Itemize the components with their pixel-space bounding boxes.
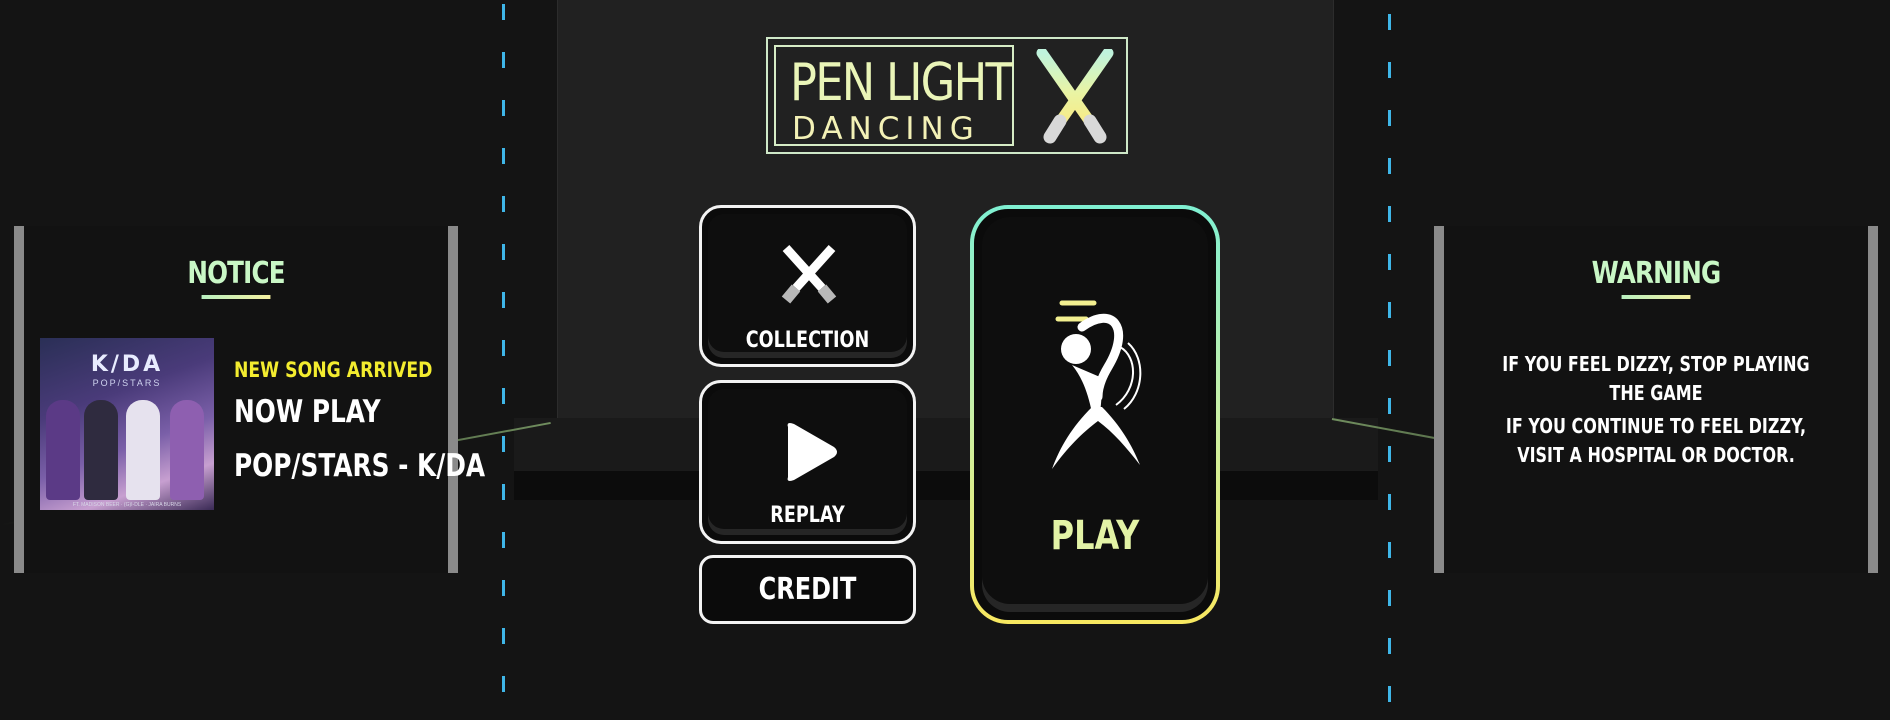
album-figure-2 — [84, 400, 118, 500]
credit-label: CREDIT — [758, 572, 857, 607]
notice-title: NOTICE — [62, 256, 410, 299]
album-figure-1 — [46, 400, 80, 500]
notice-title-underline — [201, 295, 271, 299]
credit-button[interactable]: CREDIT — [699, 555, 916, 624]
play-button[interactable]: PLAY — [970, 205, 1220, 624]
album-subtitle: POP/STARS — [92, 378, 162, 388]
warning-title: WARNING — [1482, 256, 1830, 299]
collection-label: COLLECTION — [745, 328, 870, 353]
warning-line-1: IF YOU FEEL DIZZY, STOP PLAYING THE GAME — [1502, 352, 1810, 405]
album-figure-3 — [126, 400, 160, 500]
logo-text-box: PEN LIGHT DANCING — [774, 45, 1014, 147]
warning-title-text: WARNING — [1591, 256, 1722, 291]
song-name: POP/STARS - K/DA — [234, 448, 486, 484]
album-cover: K/DA POP/STARS FT. MADISON BEER · (G)I-D… — [40, 338, 214, 510]
album-credits: FT. MADISON BEER · (G)I-DLE · JAIRA BURN… — [72, 502, 182, 508]
new-song-label: NEW SONG ARRIVED — [234, 358, 433, 382]
crossed-sticks-icon — [778, 242, 840, 304]
replay-label: REPLAY — [770, 503, 845, 528]
crossed-penlights-icon — [1030, 47, 1120, 145]
logo-line-1: PEN LIGHT — [790, 53, 1013, 113]
notice-panel: NOTICE K/DA POP/STARS FT. MADISON BEER ·… — [14, 226, 485, 573]
replay-button[interactable]: REPLAY — [699, 380, 916, 544]
song-info: NEW SONG ARRIVED NOW PLAY POP/STARS - K/… — [234, 358, 548, 484]
album-logo-text: K/DA — [90, 352, 164, 377]
logo-line-2: DANCING — [792, 111, 980, 147]
album-figure-4 — [170, 400, 204, 500]
game-logo: PEN LIGHT DANCING — [766, 37, 1128, 154]
lane-marker-left — [502, 4, 505, 704]
stage-floor — [514, 418, 1378, 470]
warning-line-3: VISIT A HOSPITAL OR DOCTOR. — [1517, 443, 1795, 467]
stage-floor-edge — [514, 470, 1378, 500]
play-triangle-icon — [782, 421, 840, 483]
warning-title-underline — [1621, 295, 1691, 299]
dancer-icon — [1042, 297, 1152, 477]
game-scene: NOTICE K/DA POP/STARS FT. MADISON BEER ·… — [0, 0, 1890, 720]
lane-marker-right — [1388, 14, 1391, 714]
collection-button[interactable]: COLLECTION — [699, 205, 916, 367]
warning-line-2: IF YOU CONTINUE TO FEEL DIZZY, — [1505, 414, 1807, 438]
play-label: PLAY — [1050, 513, 1140, 559]
warning-panel: WARNING IF YOU FEEL DIZZY, STOP PLAYING … — [1434, 226, 1878, 573]
notice-title-text: NOTICE — [187, 256, 285, 291]
now-play-label: NOW PLAY — [234, 394, 381, 430]
